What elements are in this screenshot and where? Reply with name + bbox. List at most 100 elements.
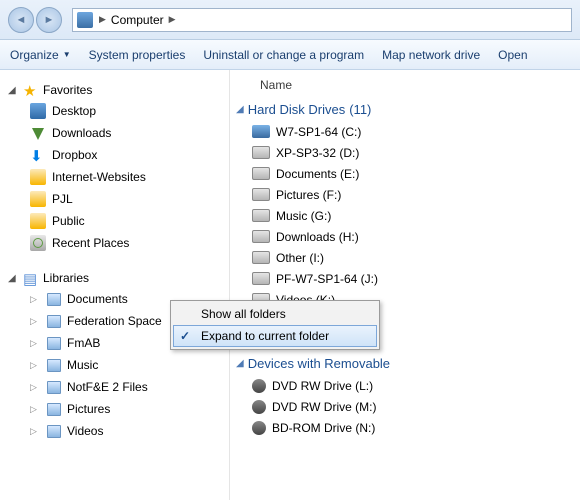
breadcrumb-computer[interactable]: Computer <box>108 13 167 27</box>
favorites-item[interactable]: PJL <box>28 188 225 210</box>
collapse-arrow-icon[interactable]: ◢ <box>236 358 244 369</box>
library-item[interactable]: ▷ Videos <box>28 420 225 442</box>
drive-item[interactable]: DVD RW Drive (M:) <box>252 396 580 417</box>
chevron-right-icon[interactable]: ▶ <box>167 14 178 25</box>
address-bar[interactable]: ▶ Computer ▶ <box>72 8 572 32</box>
library-item[interactable]: ▷NotF&E 2 Files <box>28 376 225 398</box>
drive-item[interactable]: Pictures (F:) <box>252 184 580 205</box>
library-icon <box>47 403 61 416</box>
drive-label: Music (G:) <box>276 209 331 223</box>
library-icon <box>47 293 61 306</box>
drive-icon <box>252 146 270 159</box>
drive-item[interactable]: W7-SP1-64 (C:) <box>252 121 580 142</box>
drive-label: Other (I:) <box>276 251 324 265</box>
libraries-header[interactable]: ◢ ▤ Libraries <box>8 268 225 288</box>
rec-icon <box>30 235 46 251</box>
fold-icon <box>30 213 46 229</box>
library-item[interactable]: ▷Pictures <box>28 398 225 420</box>
group-hdd-header[interactable]: ◢ Hard Disk Drives (11) <box>236 98 580 121</box>
nav-item-label: Internet-Websites <box>52 170 146 184</box>
drive-label: W7-SP1-64 (C:) <box>276 125 361 139</box>
collapse-arrow-icon[interactable]: ◢ <box>8 273 19 284</box>
nav-item-label: Downloads <box>52 126 111 140</box>
collapse-arrow-icon[interactable]: ◢ <box>8 85 19 96</box>
drive-item[interactable]: Downloads (H:) <box>252 226 580 247</box>
nav-item-label: PJL <box>52 192 73 206</box>
drive-item[interactable]: XP-SP3-32 (D:) <box>252 142 580 163</box>
drop-icon: ⬇ <box>30 147 46 163</box>
library-icon <box>47 337 61 350</box>
open-button[interactable]: Open <box>498 48 527 62</box>
favorites-header[interactable]: ◢ ★ Favorites <box>8 80 225 100</box>
drive-icon <box>252 251 270 264</box>
libraries-section: ◢ ▤ Libraries ▷Documents▷Federation Spac… <box>8 268 225 442</box>
navigation-pane[interactable]: ◢ ★ Favorites Desktop Downloads ⬇ Dropbox In… <box>0 70 230 500</box>
uninstall-button[interactable]: Uninstall or change a program <box>203 48 364 62</box>
optical-drive-icon <box>252 379 266 393</box>
expand-arrow-icon[interactable]: ▷ <box>30 426 41 437</box>
collapse-arrow-icon[interactable]: ◢ <box>236 104 244 115</box>
system-properties-button[interactable]: System properties <box>89 48 186 62</box>
drive-item[interactable]: Other (I:) <box>252 247 580 268</box>
command-bar: Organize▼ System properties Uninstall or… <box>0 40 580 70</box>
expand-arrow-icon[interactable]: ▷ <box>30 294 41 305</box>
drive-icon <box>252 125 270 138</box>
expand-arrow-icon[interactable]: ▷ <box>30 404 41 415</box>
desk-icon <box>30 103 46 119</box>
nav-item-label: Public <box>52 214 85 228</box>
content-pane[interactable]: Name ◢ Hard Disk Drives (11) W7-SP1-64 (… <box>230 70 580 500</box>
libraries-label: Libraries <box>43 271 89 285</box>
expand-arrow-icon[interactable]: ▷ <box>30 382 41 393</box>
favorites-label: Favorites <box>43 83 92 97</box>
drive-item[interactable]: BD-ROM Drive (N:) <box>252 417 580 438</box>
drive-item[interactable]: PF-W7-SP1-64 (J:) <box>252 268 580 289</box>
column-header-name[interactable]: Name <box>236 78 580 98</box>
nav-item-label: FmAB <box>67 336 100 350</box>
drive-icon <box>252 188 270 201</box>
expand-arrow-icon[interactable]: ▷ <box>30 316 41 327</box>
optical-drive-icon <box>252 400 266 414</box>
organize-button[interactable]: Organize▼ <box>10 48 71 62</box>
chevron-right-icon[interactable]: ▶ <box>97 14 108 25</box>
expand-arrow-icon[interactable]: ▷ <box>30 338 41 349</box>
star-icon: ★ <box>23 82 39 98</box>
forward-button[interactable]: ► <box>36 7 62 33</box>
nav-item-label: Recent Places <box>52 236 129 250</box>
menu-expand-to-current-folder[interactable]: ✓ Expand to current folder <box>173 325 377 347</box>
favorites-item[interactable]: ⬇ Dropbox <box>28 144 225 166</box>
chevron-down-icon: ▼ <box>63 50 71 59</box>
group-removable-header[interactable]: ◢ Devices with Removable <box>236 352 580 375</box>
menu-show-all-folders[interactable]: Show all folders <box>173 303 377 325</box>
libraries-icon: ▤ <box>23 270 39 286</box>
drive-icon <box>252 209 270 222</box>
fold-icon <box>30 169 46 185</box>
group-hdd-count: (11) <box>349 102 371 117</box>
drive-icon <box>252 167 270 180</box>
computer-icon <box>77 12 93 28</box>
nav-item-label: Videos <box>67 424 103 438</box>
library-item[interactable]: ▷Music <box>28 354 225 376</box>
drive-item[interactable]: Music (G:) <box>252 205 580 226</box>
expand-arrow-icon[interactable]: ▷ <box>30 360 41 371</box>
favorites-item[interactable]: Public <box>28 210 225 232</box>
drive-icon <box>252 272 270 285</box>
library-icon <box>47 315 61 328</box>
favorites-item[interactable]: Recent Places <box>28 232 225 254</box>
drive-label: Downloads (H:) <box>276 230 359 244</box>
drive-label: DVD RW Drive (L:) <box>272 379 373 393</box>
nav-item-label: Dropbox <box>52 148 97 162</box>
nav-item-label: Desktop <box>52 104 96 118</box>
group-hdd-label: Hard Disk Drives <box>248 102 346 117</box>
drive-label: Pictures (F:) <box>276 188 341 202</box>
favorites-item[interactable]: Downloads <box>28 122 225 144</box>
optical-drive-icon <box>252 421 266 435</box>
back-button[interactable]: ◄ <box>8 7 34 33</box>
drive-item[interactable]: Documents (E:) <box>252 163 580 184</box>
favorites-section: ◢ ★ Favorites Desktop Downloads ⬇ Dropbox In… <box>8 80 225 254</box>
nav-item-label: Federation Space <box>67 314 162 328</box>
map-drive-button[interactable]: Map network drive <box>382 48 480 62</box>
drive-item[interactable]: DVD RW Drive (L:) <box>252 375 580 396</box>
drive-label: PF-W7-SP1-64 (J:) <box>276 272 378 286</box>
favorites-item[interactable]: Internet-Websites <box>28 166 225 188</box>
favorites-item[interactable]: Desktop <box>28 100 225 122</box>
